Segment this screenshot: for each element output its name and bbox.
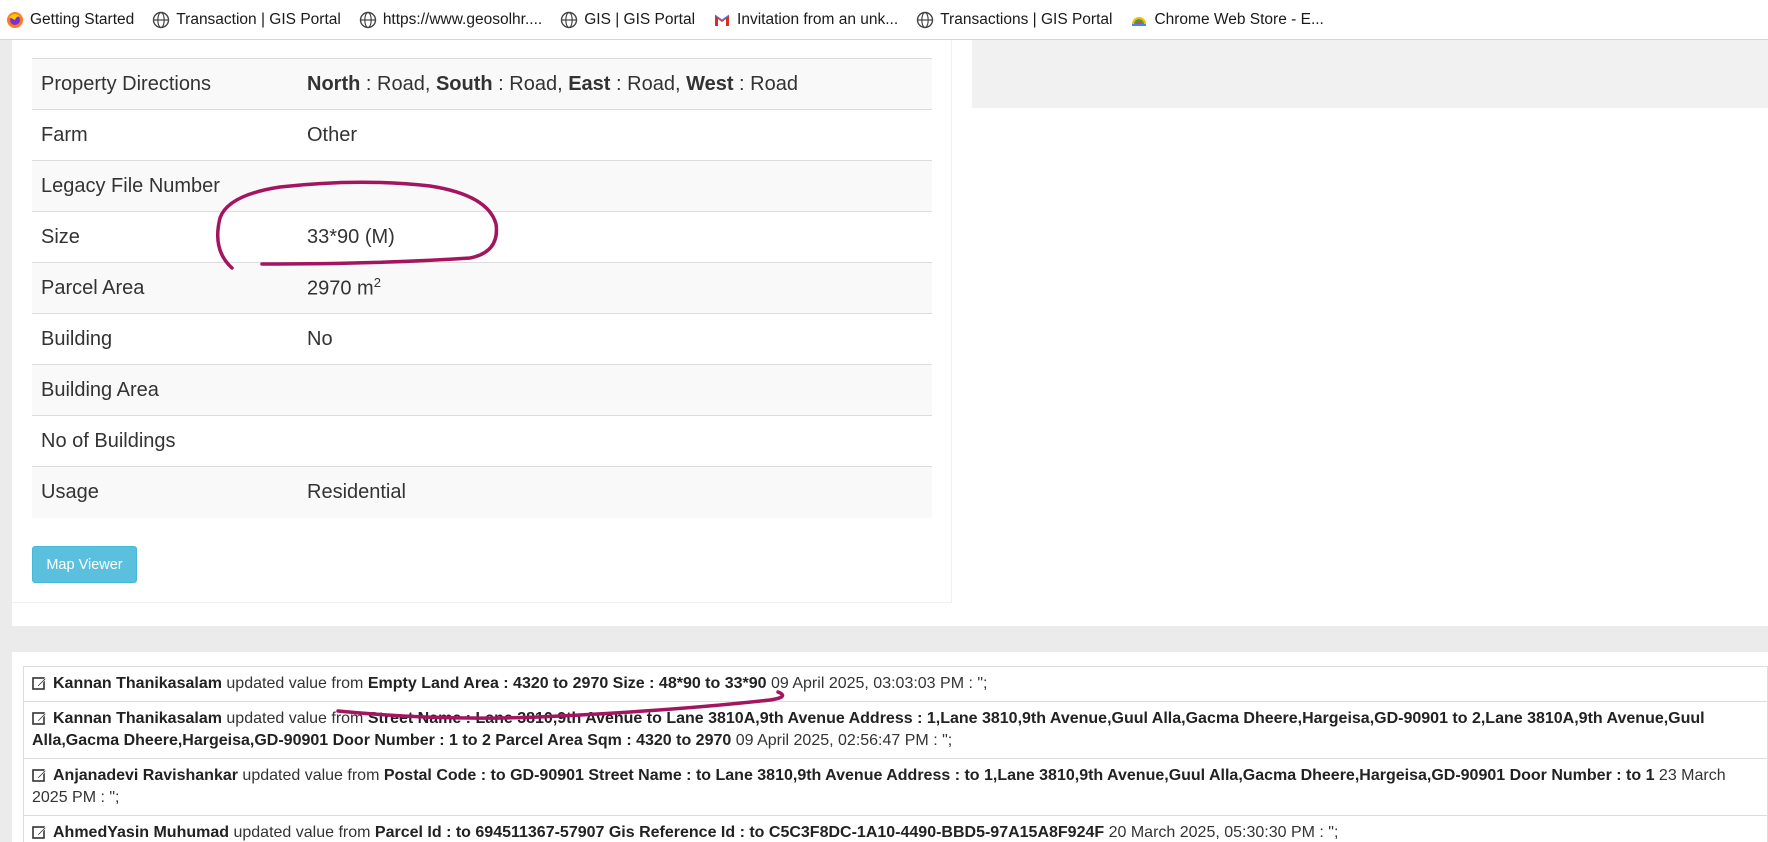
bookmarks-bar: Getting Started Transaction | GIS Portal… [0,0,1768,40]
row-label: Legacy File Number [32,160,298,212]
table-row: Size 33*90 (M) [32,211,932,263]
history-change: Postal Code : to GD-90901 Street Name : … [383,767,1655,784]
row-label: Size [32,211,298,263]
table-row: Legacy File Number [32,160,932,212]
table-row: No of Buildings [32,415,932,467]
bookmark-label: Getting Started [30,10,135,28]
firefox-icon [7,11,23,28]
list-item: Anjanadevi Ravishankar updated value fro… [23,759,1768,816]
bookmark-label: https://www.geosolhr.... [382,10,543,28]
history-action: updated value from [226,710,364,727]
chrome-web-store-icon [1132,16,1147,26]
row-label: Farm [32,109,298,161]
table-row: Building No [32,313,932,365]
history-action: updated value from [242,767,380,784]
table-row: Usage Residential [32,466,932,518]
row-value [298,415,932,467]
bookmark-label: Transactions | GIS Portal [940,10,1113,28]
row-label: Building [32,313,298,365]
list-item: Kannan Thanikasalam updated value from E… [23,666,1768,702]
globe-icon [153,11,170,28]
list-item: Kannan Thanikasalam updated value from S… [23,702,1768,759]
bookmark-label: Invitation from an unk... [737,10,899,28]
row-value: No [298,313,932,365]
row-label: Usage [32,466,298,518]
panel-header-strip [972,40,1768,108]
map-viewer-button[interactable]: Map Viewer [32,546,137,583]
table-row: Parcel Area 2970 m2 [32,262,932,314]
bookmark-invitation[interactable]: Invitation from an unk... [713,11,898,29]
row-label: Property Directions [32,58,298,110]
row-value: 2970 m2 [298,262,932,314]
row-value [298,160,932,212]
property-directions-value: North : Road, South : Road, East : Road,… [298,58,932,110]
history-user: Kannan Thanikasalam [53,710,222,727]
list-item: AhmedYasin Muhumad updated value from Pa… [23,816,1768,842]
bookmark-label: GIS | GIS Portal [584,10,696,28]
history-user: Kannan Thanikasalam [53,675,222,692]
edit-icon [32,769,47,782]
bookmark-gis-portal[interactable]: GIS | GIS Portal [560,11,695,29]
bookmark-transaction-gis[interactable]: Transaction | GIS Portal [152,11,341,29]
table-row: Farm Other [32,109,932,161]
bookmark-label: Chrome Web Store - E... [1154,10,1324,28]
globe-icon [359,11,377,28]
history-change: Empty Land Area : 4320 to 2970 Size : 48… [367,675,767,692]
history-timestamp: 09 April 2025, 02:56:47 PM : "; [735,732,953,749]
edit-icon [32,826,47,839]
row-label: Parcel Area [32,262,298,314]
row-value: 33*90 (M) [298,211,932,263]
history-user: Anjanadevi Ravishankar [53,767,238,784]
history-timestamp: 09 April 2025, 03:03:03 PM : "; [771,675,988,692]
bookmark-transactions-gis[interactable]: Transactions | GIS Portal [916,11,1112,29]
bookmark-chrome-web-store[interactable]: Chrome Web Store - E... [1130,10,1324,29]
history-change: Parcel Id : to 694511367-57907 Gis Refer… [374,824,1105,841]
property-details-table: Property Directions North : Road, South … [32,58,932,518]
bookmark-label: Transaction | GIS Portal [176,10,341,28]
history-timestamp: 20 March 2025, 05:30:30 PM : "; [1108,824,1339,841]
gmail-icon [714,14,730,26]
globe-icon [916,11,934,28]
row-value [298,364,932,416]
globe-icon [561,11,578,28]
row-value: Residential [298,466,932,518]
history-action: updated value from [226,675,364,692]
row-label: Building Area [32,364,298,416]
bookmark-getting-started[interactable]: Getting Started [6,11,134,29]
change-history-list: Kannan Thanikasalam updated value from E… [23,666,1768,842]
history-action: updated value from [233,824,371,841]
bookmark-geosol[interactable]: https://www.geosolhr.... [359,11,542,29]
table-row: Property Directions North : Road, South … [32,58,932,110]
history-user: AhmedYasin Muhumad [53,824,230,841]
row-value: Other [298,109,932,161]
table-row: Building Area [32,364,932,416]
edit-icon [32,712,47,725]
row-label: No of Buildings [32,415,298,467]
edit-icon [32,677,47,690]
